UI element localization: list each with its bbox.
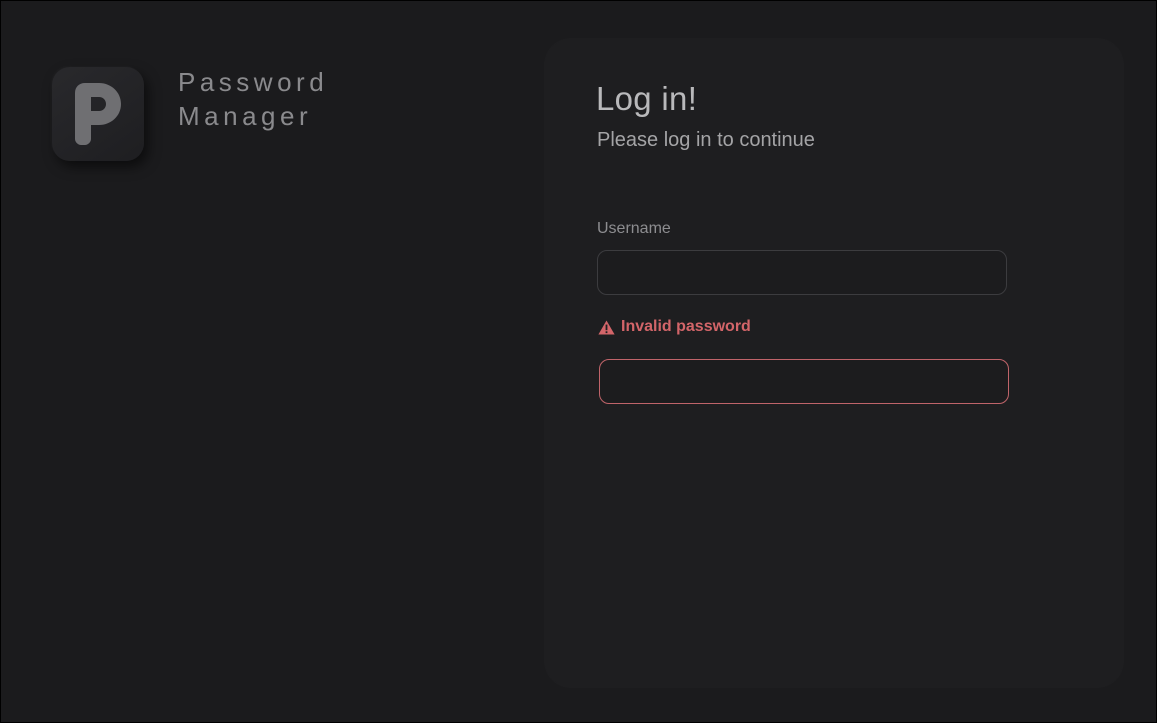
p-letter-logo-icon [75,83,121,145]
app-name-line1: Password [178,67,329,97]
app-logo [52,67,144,161]
password-error-text: Invalid password [621,318,751,335]
username-label: Username [597,220,671,237]
login-title: Log in! [596,80,698,117]
warning-icon [598,320,615,334]
login-card: Log in! Please log in to continue Userna… [545,39,1123,687]
app-name: Password Manager [178,65,328,133]
login-subtitle: Please log in to continue [597,129,815,151]
app-name-line2: Manager [178,101,313,131]
brand: Password Manager [52,67,328,161]
password-input[interactable] [599,359,1009,404]
app-window: Password Manager Log in! Please log in t… [0,0,1157,723]
password-error: Invalid password [598,318,751,336]
username-input[interactable] [597,250,1007,295]
